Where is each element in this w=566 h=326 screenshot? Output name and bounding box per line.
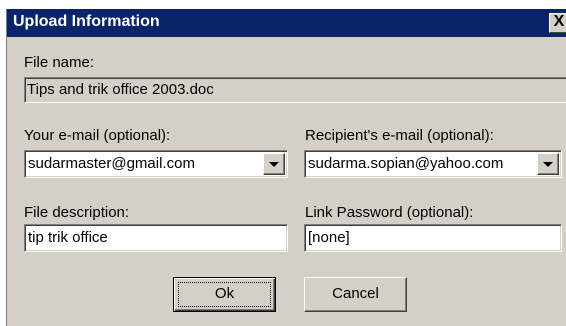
close-icon: X xyxy=(553,13,565,30)
recipient-email-value: sudarma.sopian@yahoo.com xyxy=(308,155,504,172)
recipient-email-combobox[interactable]: sudarma.sopian@yahoo.com xyxy=(304,150,562,178)
link-password-input[interactable]: [none] xyxy=(304,224,562,252)
recipient-email-dropdown-button[interactable] xyxy=(537,153,559,175)
file-description-label: File description: xyxy=(24,204,130,221)
file-description-value: tip trik office xyxy=(28,229,108,246)
your-email-dropdown-button[interactable] xyxy=(263,153,285,175)
recipient-email-label: Recipient's e-mail (optional): xyxy=(305,127,494,144)
link-password-value: [none] xyxy=(308,229,350,246)
ok-button[interactable]: Ok xyxy=(173,277,276,312)
cancel-button[interactable]: Cancel xyxy=(304,277,407,312)
chevron-down-icon xyxy=(269,162,279,167)
your-email-combobox[interactable]: sudarmaster@gmail.com xyxy=(24,150,288,178)
cancel-button-label: Cancel xyxy=(332,285,379,302)
upload-information-dialog: Upload Information X File name: Tips and… xyxy=(6,9,566,326)
file-name-label: File name: xyxy=(24,54,95,71)
your-email-label: Your e-mail (optional): xyxy=(24,127,171,144)
link-password-label: Link Password (optional): xyxy=(305,204,474,221)
chevron-down-icon xyxy=(543,162,553,167)
title-bar[interactable]: Upload Information X xyxy=(7,9,566,37)
close-button[interactable]: X xyxy=(549,13,566,33)
dialog-title: Upload Information xyxy=(13,13,160,30)
file-name-field: Tips and trik office 2003.doc xyxy=(24,77,566,103)
file-description-input[interactable]: tip trik office xyxy=(24,224,288,252)
file-name-value: Tips and trik office 2003.doc xyxy=(27,81,214,98)
focus-rectangle xyxy=(178,282,271,307)
your-email-value: sudarmaster@gmail.com xyxy=(28,155,195,172)
